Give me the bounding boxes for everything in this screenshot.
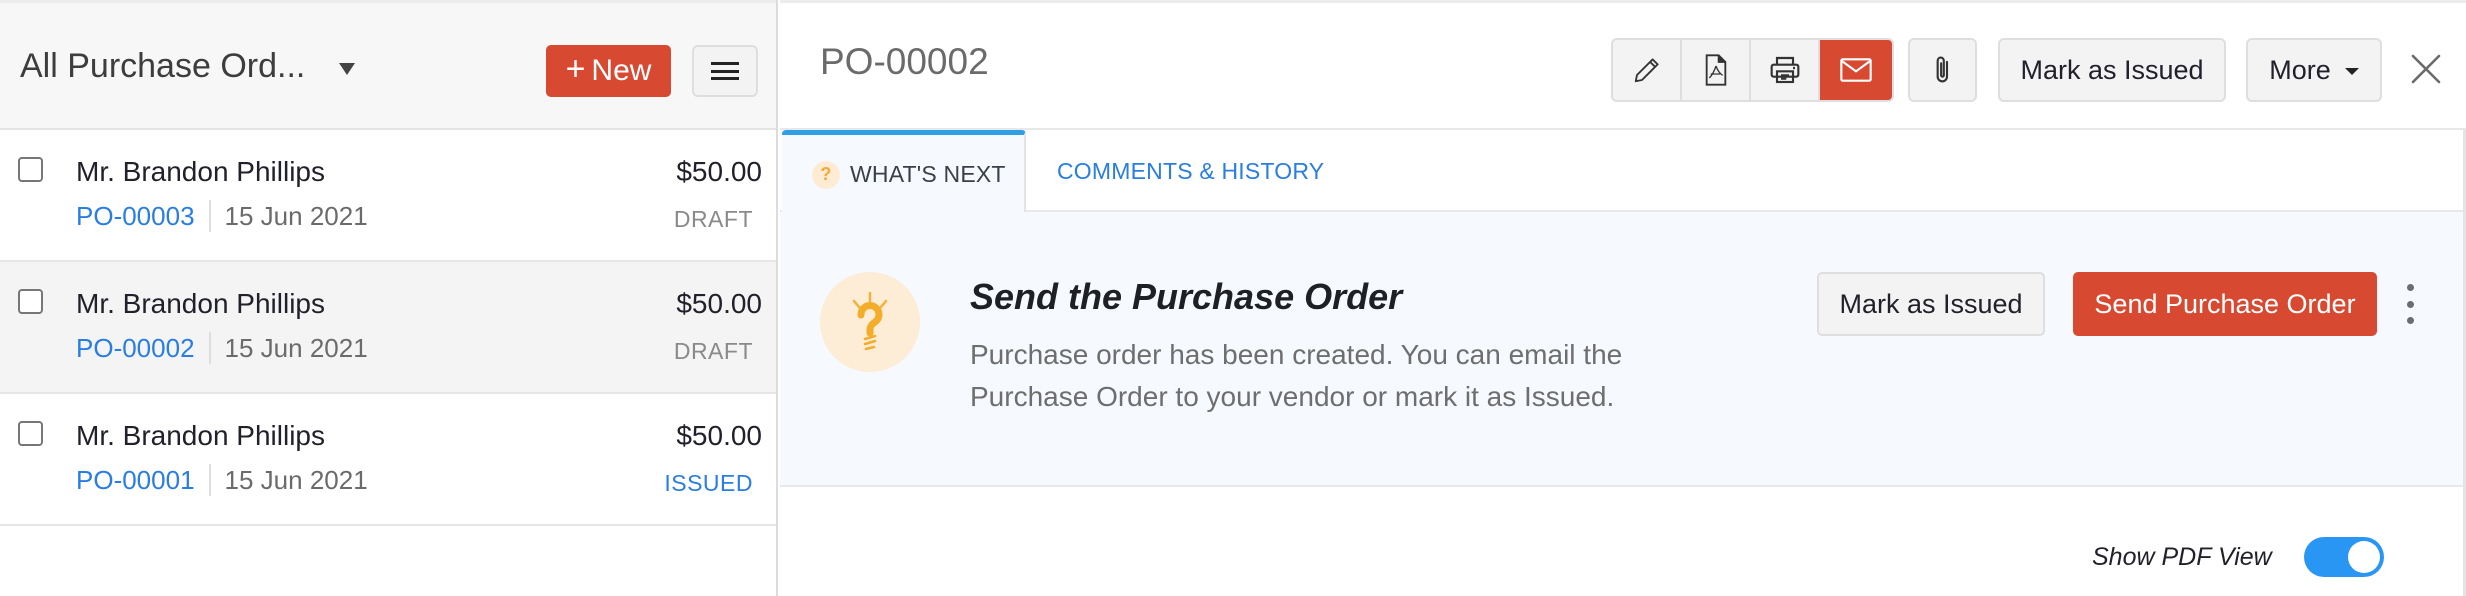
po-number-link[interactable]: PO-00001 — [76, 465, 195, 496]
po-amount: $50.00 — [676, 420, 762, 451]
kebab-menu-icon[interactable] — [2400, 278, 2420, 330]
whats-next-panel: Send the Purchase Order Purchase order h… — [780, 212, 2466, 487]
plus-icon: + — [565, 50, 586, 88]
row-checkbox[interactable] — [18, 421, 43, 446]
divider — [208, 332, 211, 364]
po-amount: $50.00 — [676, 156, 762, 187]
mark-as-issued-button[interactable]: Mark as Issued — [1998, 38, 2226, 102]
status-badge: DRAFT — [673, 338, 753, 364]
caret-down-icon — [339, 62, 356, 75]
view-selector-dropdown[interactable]: All Purchase Ord... — [20, 47, 356, 86]
pdf-view-label: Show PDF View — [2092, 543, 2272, 571]
new-button-label: New — [591, 54, 652, 87]
tab-comments-history[interactable]: COMMENTS & HISTORY — [1057, 130, 1324, 212]
view-selector-label: All Purchase Ord... — [20, 47, 306, 85]
hamburger-icon — [711, 62, 739, 80]
vendor-name: Mr. Brandon Phillips — [76, 156, 326, 187]
close-button[interactable] — [2404, 47, 2448, 91]
po-date: 15 Jun 2021 — [224, 464, 368, 495]
send-purchase-order-button[interactable]: Send Purchase Order — [2073, 272, 2377, 336]
pdf-icon — [1705, 54, 1726, 86]
attach-button[interactable] — [1908, 38, 1977, 102]
purchase-order-list-pane: All Purchase Ord... + New Mr. Brandon Ph… — [0, 0, 778, 596]
list-item[interactable]: Mr. Brandon Phillips PO-00002 15 Jun 202… — [0, 262, 776, 394]
mark-as-issued-button[interactable]: Mark as Issued — [1817, 272, 2045, 336]
pencil-icon — [1634, 58, 1659, 83]
vendor-name: Mr. Brandon Phillips — [76, 420, 326, 451]
row-checkbox[interactable] — [18, 157, 43, 182]
more-label: More — [2269, 54, 2331, 85]
po-number-link[interactable]: PO-00002 — [76, 333, 195, 364]
detail-tabs: ? WHAT'S NEXT COMMENTS & HISTORY — [780, 130, 2466, 214]
detail-header: PO-00002 Mark as Issued More — [780, 0, 2466, 130]
status-badge: DRAFT — [673, 206, 753, 232]
page-title: PO-00002 — [820, 41, 989, 82]
email-button[interactable] — [1820, 40, 1892, 100]
print-button[interactable] — [1751, 40, 1820, 100]
status-badge: ISSUED — [664, 470, 753, 496]
mail-icon — [1840, 58, 1872, 82]
pdf-view-toggle[interactable] — [2304, 537, 2384, 577]
more-dropdown-button[interactable]: More — [2246, 38, 2382, 102]
list-menu-button[interactable] — [692, 45, 758, 97]
question-bulb-icon: ? — [812, 160, 840, 189]
list-header: All Purchase Ord... + New — [0, 0, 776, 130]
row-checkbox[interactable] — [18, 289, 43, 314]
close-icon — [2411, 54, 2441, 84]
tab-label: COMMENTS & HISTORY — [1057, 157, 1325, 184]
purchase-order-detail-pane: PO-00002 Mark as Issued More ? WHAT'S NE… — [780, 0, 2466, 596]
list-item[interactable]: Mr. Brandon Phillips PO-00003 15 Jun 202… — [0, 130, 776, 262]
po-number-link[interactable]: PO-00003 — [76, 201, 195, 232]
pdf-button[interactable] — [1682, 40, 1751, 100]
divider — [208, 200, 211, 232]
purchase-order-list: Mr. Brandon Phillips PO-00003 15 Jun 202… — [0, 130, 776, 526]
question-bulb-icon — [820, 272, 920, 372]
action-icon-group — [1611, 38, 1894, 102]
next-step-description: Purchase order has been created. You can… — [970, 339, 1623, 412]
list-item[interactable]: Mr. Brandon Phillips PO-00001 15 Jun 202… — [0, 394, 776, 526]
paperclip-icon — [1936, 56, 1948, 83]
tab-label: WHAT'S NEXT — [850, 161, 1006, 187]
vendor-name: Mr. Brandon Phillips — [76, 288, 326, 319]
po-amount: $50.00 — [676, 288, 762, 319]
next-step-title: Send the Purchase Order — [970, 276, 1403, 317]
po-date: 15 Jun 2021 — [224, 200, 368, 231]
caret-down-icon — [2344, 67, 2359, 75]
divider — [208, 464, 211, 496]
printer-icon — [1770, 56, 1799, 84]
edit-button[interactable] — [1613, 40, 1682, 100]
new-purchase-order-button[interactable]: + New — [546, 45, 671, 97]
po-date: 15 Jun 2021 — [224, 332, 368, 363]
toggle-knob — [2348, 541, 2380, 573]
tab-whats-next[interactable]: ? WHAT'S NEXT — [782, 130, 1026, 214]
